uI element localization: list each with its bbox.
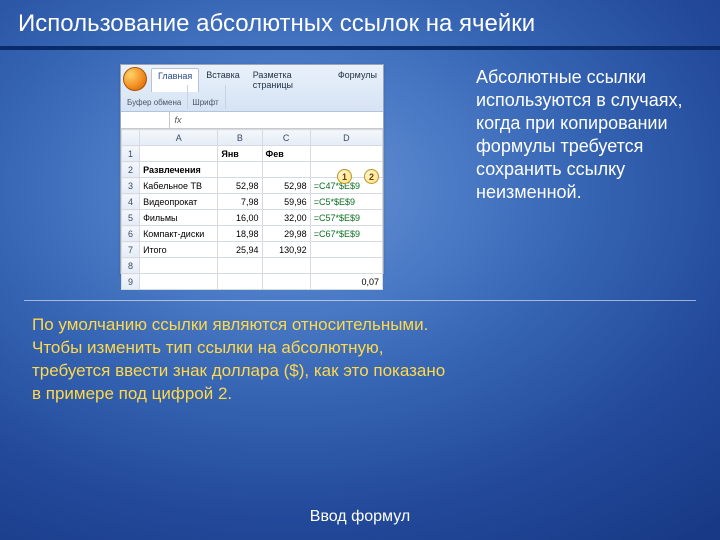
cell [140, 258, 218, 274]
cell [218, 258, 262, 274]
cell [262, 274, 310, 290]
table-row: 7 Итого 25,94 130,92 [122, 242, 383, 258]
table-row: 1 Янв Фев [122, 146, 383, 162]
footer-text: Ввод формул [0, 508, 720, 526]
cell-formula: =C5*$E$9 [310, 194, 382, 210]
cell: 59,96 [262, 194, 310, 210]
row-head: 9 [122, 274, 140, 290]
cell: Видеопрокат [140, 194, 218, 210]
cell: Итого [140, 242, 218, 258]
cell [310, 146, 382, 162]
cell: 29,98 [262, 226, 310, 242]
excel-screenshot: Главная Вставка Разметка страницы Формул… [120, 64, 384, 274]
group-clipboard: Буфер обмена [123, 85, 188, 109]
row-head: 2 [122, 162, 140, 178]
row-head: 8 [122, 258, 140, 274]
cell: 52,98 [262, 178, 310, 194]
slide-title: Использование абсолютных ссылок на ячейк… [18, 10, 702, 38]
cell: Фильмы [140, 210, 218, 226]
column-header-row: A B C D [122, 130, 383, 146]
cell: 130,92 [262, 242, 310, 258]
name-box [121, 112, 170, 128]
cell [310, 258, 382, 274]
title-rule [0, 46, 720, 50]
cell [262, 258, 310, 274]
cell [310, 242, 382, 258]
hint-text: По умолчанию ссылки являются относительн… [32, 314, 680, 406]
col-D: D [310, 130, 382, 146]
callout-one: 1 [337, 169, 352, 184]
hint-line: в примере под цифрой 2. [32, 383, 680, 406]
row-head: 5 [122, 210, 140, 226]
cell [140, 146, 218, 162]
ribbon-groups: Буфер обмена Шрифт [123, 85, 381, 109]
cell: 7,98 [218, 194, 262, 210]
table-row: 6 Компакт-диски 18,98 29,98 =C67*$E$9 [122, 226, 383, 242]
cell: 16,00 [218, 210, 262, 226]
hint-line: требуется ввести знак доллара ($), как э… [32, 360, 680, 383]
cell-formula: =C57*$E$9 [310, 210, 382, 226]
cell: 25,94 [218, 242, 262, 258]
callouts: 1 2 [337, 169, 379, 184]
cell [140, 274, 218, 290]
col-B: B [218, 130, 262, 146]
cell: 0,07 [310, 274, 382, 290]
cell [218, 162, 262, 178]
row-head: 1 [122, 146, 140, 162]
col-A: A [140, 130, 218, 146]
explanatory-text: Абсолютные ссылки используются в случаях… [476, 66, 698, 204]
cell-formula: =C67*$E$9 [310, 226, 382, 242]
cell: 52,98 [218, 178, 262, 194]
row-head: 3 [122, 178, 140, 194]
cell [262, 162, 310, 178]
ribbon: Главная Вставка Разметка страницы Формул… [121, 65, 383, 112]
slide: Использование абсолютных ссылок на ячейк… [0, 0, 720, 540]
table-row: 9 0,07 [122, 274, 383, 290]
cell: Развлечения [140, 162, 218, 178]
cell: Фев [262, 146, 310, 162]
group-font: Шрифт [188, 85, 225, 109]
table-row: 8 [122, 258, 383, 274]
fx-icon: fx [170, 115, 186, 125]
cell: Янв [218, 146, 262, 162]
formula-bar: fx [121, 112, 383, 129]
corner-cell [122, 130, 140, 146]
col-C: C [262, 130, 310, 146]
divider [24, 300, 696, 301]
cell [218, 274, 262, 290]
row-head: 4 [122, 194, 140, 210]
cell: 18,98 [218, 226, 262, 242]
cell: 32,00 [262, 210, 310, 226]
spreadsheet-grid: A B C D 1 Янв Фев 2 [121, 129, 383, 290]
cell: Кабельное ТВ [140, 178, 218, 194]
cell: Компакт-диски [140, 226, 218, 242]
hint-line: Чтобы изменить тип ссылки на абсолютную, [32, 337, 680, 360]
row-head: 7 [122, 242, 140, 258]
callout-two: 2 [364, 169, 379, 184]
table-row: 5 Фильмы 16,00 32,00 =C57*$E$9 [122, 210, 383, 226]
hint-line: По умолчанию ссылки являются относительн… [32, 314, 680, 337]
row-head: 6 [122, 226, 140, 242]
table-row: 4 Видеопрокат 7,98 59,96 =C5*$E$9 [122, 194, 383, 210]
